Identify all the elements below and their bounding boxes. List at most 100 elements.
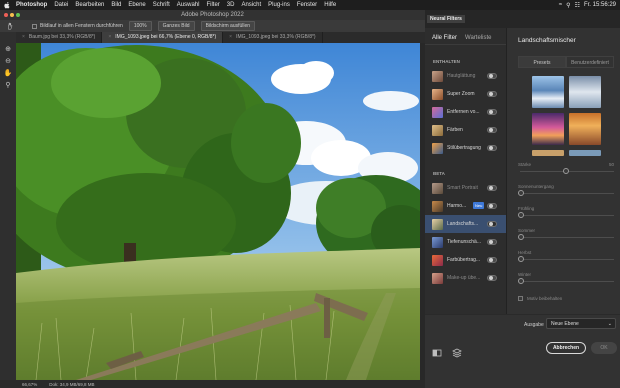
preset-thumb-autumn-canyon[interactable] (569, 113, 601, 145)
filter-item-super-zoom[interactable]: Super Zoom (425, 85, 506, 103)
zoom-window-icon[interactable] (16, 13, 20, 17)
zoom-100-button[interactable]: 100% (128, 21, 152, 31)
slider-spring[interactable]: Frühling (518, 204, 614, 226)
wifi-icon[interactable]: ≈ (559, 2, 562, 8)
filter-item-hautglaettung[interactable]: Hautglättung (425, 67, 506, 85)
filter-toggle[interactable] (487, 145, 497, 151)
apple-icon[interactable] (4, 1, 10, 9)
filter-item-landschaftsmischer[interactable]: Landschafts... (425, 215, 506, 233)
tab-baum[interactable]: × Baum.jpg bei 33,3% (RGB/8*) (16, 32, 103, 43)
filter-item-jpeg-artefakte[interactable]: Entfernen vo... (425, 103, 506, 121)
menu-plugins[interactable]: Plug-ins (268, 2, 290, 8)
output-select[interactable]: Neue Ebene ⌄ (546, 318, 616, 329)
preset-thumb-winter-mountain[interactable] (532, 76, 564, 108)
filter-item-faerben[interactable]: Färben (425, 121, 506, 139)
menu-fenster[interactable]: Fenster (297, 2, 317, 8)
slider-knob[interactable] (518, 234, 524, 240)
neural-filters-footer: Ausgabe Neue Ebene ⌄ Abbrechen OK (425, 314, 620, 388)
slider-track (520, 215, 614, 216)
slider-knob[interactable] (563, 168, 569, 174)
filter-toggle[interactable] (487, 127, 497, 133)
menu-bild[interactable]: Bild (111, 2, 121, 8)
fill-screen-button[interactable]: Bildschirm ausfüllen (200, 21, 256, 31)
slider-winter[interactable]: Winter (518, 270, 614, 292)
filter-toggle[interactable] (487, 221, 497, 227)
filter-item-stiluebertragung[interactable]: Stilübertragung (425, 139, 506, 157)
slider-strength[interactable]: Stärke 50 (518, 160, 614, 182)
filter-toggle[interactable] (487, 203, 497, 209)
preserve-subject-option[interactable]: Motiv beibehalten (518, 296, 562, 301)
filter-item-tiefenunschaerfe[interactable]: Tiefenunschä... (425, 233, 506, 251)
tab-img1093-second[interactable]: × IMG_1093.jpeg bei 33,3% (RGB/8*) (223, 32, 323, 43)
filter-item-harmonisierung[interactable]: Harmo... Neu (425, 197, 506, 215)
zoom-tool-icon[interactable]: ⚲ (3, 80, 13, 90)
close-window-icon[interactable] (4, 13, 8, 17)
preserve-subject-checkbox[interactable] (518, 296, 523, 301)
slider-autumn[interactable]: Herbst (518, 248, 614, 270)
filter-toggle[interactable] (487, 185, 497, 191)
close-tab-icon[interactable]: × (22, 32, 25, 43)
zoom-readout[interactable]: 66,67% (22, 382, 37, 387)
document-canvas[interactable] (16, 43, 420, 380)
filter-toggle[interactable] (487, 73, 497, 79)
preset-thumb-sunset-peak[interactable] (532, 113, 564, 145)
slider-sunset[interactable]: Sonnenuntergang (518, 182, 614, 204)
hand-tool-icon[interactable] (6, 22, 14, 30)
zoom-out-icon[interactable]: ⊖ (3, 56, 13, 66)
filter-item-makeup[interactable]: Make-up übe... (425, 269, 506, 287)
slider-track (520, 193, 614, 194)
filter-toggle[interactable] (487, 257, 497, 263)
filter-toggle[interactable] (487, 109, 497, 115)
slider-knob[interactable] (518, 212, 524, 218)
tab-img1093-active[interactable]: × IMG_1093.jpeg bei 66,7% (Ebene 0, RGB/8… (102, 32, 224, 43)
filter-toggle[interactable] (487, 91, 497, 97)
minimize-window-icon[interactable] (10, 13, 14, 17)
slider-knob[interactable] (518, 190, 524, 196)
filter-item-farbuebertragung[interactable]: Farbübertrag... (425, 251, 506, 269)
scroll-all-checkbox[interactable] (32, 23, 37, 29)
filter-thumbnail (432, 236, 443, 248)
layers-icon[interactable] (452, 345, 462, 358)
hand-icon[interactable]: ✋ (3, 68, 13, 78)
clock[interactable]: Fr. 15:56:29 (584, 2, 616, 8)
close-tab-icon[interactable]: × (108, 32, 111, 43)
menu-schrift[interactable]: Schrift (153, 2, 170, 8)
zoom-in-icon[interactable]: ⊕ (3, 44, 13, 54)
cancel-button[interactable]: Abbrechen (546, 342, 586, 354)
fit-screen-button[interactable]: Ganzes Bild (157, 21, 195, 31)
menu-app-name[interactable]: Photoshop (16, 2, 47, 8)
preset-thumb-row3-right[interactable] (569, 150, 601, 156)
menu-bearbeiten[interactable]: Bearbeiten (75, 2, 104, 8)
control-center-icon[interactable]: ☷ (575, 2, 580, 9)
preset-thumb-row3-left[interactable] (532, 150, 564, 156)
filter-toggle[interactable] (487, 239, 497, 245)
menu-hilfe[interactable]: Hilfe (324, 2, 336, 8)
slider-knob[interactable] (518, 256, 524, 262)
close-tab-icon[interactable]: × (229, 32, 232, 43)
slider-track (520, 237, 614, 238)
before-after-icon[interactable] (432, 345, 442, 357)
slider-label: Winter (518, 272, 532, 277)
search-icon[interactable]: ⚲ (566, 2, 570, 9)
neural-filters-header: Neural Filters (425, 10, 620, 28)
filter-item-smart-portrait[interactable]: Smart Portrait (425, 179, 506, 197)
slider-knob[interactable] (518, 278, 524, 284)
menu-filter[interactable]: Filter (206, 2, 219, 8)
neural-filters-title: Neural Filters (427, 15, 465, 23)
tab-presets[interactable]: Presets (518, 56, 566, 68)
filter-toggle[interactable] (487, 275, 497, 281)
window-controls (4, 13, 22, 17)
menu-3d[interactable]: 3D (227, 2, 235, 8)
menu-ebene[interactable]: Ebene (128, 2, 145, 8)
filter-name: Hautglättung (447, 73, 476, 79)
slider-summer[interactable]: Sommer (518, 226, 614, 248)
tab-all-filters[interactable]: Alle Filter (432, 35, 457, 44)
tab-waitlist[interactable]: Warteliste (465, 35, 491, 44)
menu-datei[interactable]: Datei (54, 2, 68, 8)
menu-ansicht[interactable]: Ansicht (241, 2, 261, 8)
menu-auswahl[interactable]: Auswahl (177, 2, 200, 8)
ok-button[interactable]: OK (591, 342, 617, 354)
filter-name: Tiefenunschä... (447, 239, 481, 245)
tab-custom[interactable]: Benutzerdefiniert (566, 56, 614, 68)
preset-thumb-snow-valley[interactable] (569, 76, 601, 108)
